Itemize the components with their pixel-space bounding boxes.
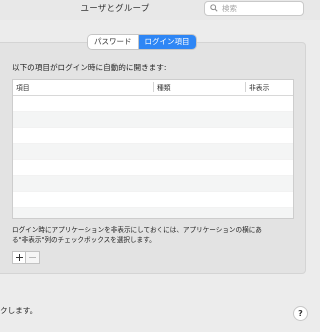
column-divider — [153, 82, 154, 92]
table-row — [13, 160, 293, 176]
plus-icon-vertical — [19, 254, 20, 261]
minus-icon — [29, 257, 36, 258]
table-row — [13, 208, 293, 218]
remove-button[interactable] — [26, 251, 40, 264]
add-remove-buttons — [12, 251, 40, 264]
table-header: 項目 種類 非表示 — [13, 80, 293, 96]
tab-bar: パスワード ログイン項目 — [88, 35, 196, 49]
tab-login-items[interactable]: ログイン項目 — [137, 35, 196, 49]
table-row — [13, 112, 293, 128]
table-row — [13, 144, 293, 160]
login-items-heading: 以下の項目がログイン時に自動的に開きます: — [12, 63, 167, 72]
search-placeholder: 検索 — [222, 4, 237, 13]
table-row — [13, 96, 293, 112]
column-header-item[interactable]: 項目 — [16, 82, 30, 92]
hide-instructions-line1: ログイン時にアプリケーションを非表示にしておくには、アプリケーションの横にあ — [12, 226, 262, 234]
help-button[interactable]: ? — [293, 306, 308, 321]
search-field[interactable]: 検索 — [204, 1, 304, 16]
table-row — [13, 128, 293, 144]
window-title: ユーザとグループ — [80, 4, 150, 14]
login-items-table[interactable]: 項目 種類 非表示 — [12, 79, 294, 219]
column-divider — [245, 82, 246, 92]
table-row — [13, 192, 293, 208]
add-button[interactable] — [12, 251, 26, 264]
search-icon — [210, 4, 218, 12]
hide-instructions: ログイン時にアプリケーションを非表示にしておくには、アプリケーションの横にあ る… — [12, 225, 302, 245]
footer-lock-text: クします。 — [0, 306, 38, 315]
column-header-hide[interactable]: 非表示 — [249, 82, 269, 92]
column-header-kind[interactable]: 種類 — [157, 82, 171, 92]
hide-instructions-line2: る"非表示"列のチェックボックスを選択します。 — [12, 236, 156, 244]
table-body — [13, 96, 293, 218]
window-titlebar: ユーザとグループ 検索 — [0, 0, 320, 20]
table-row — [13, 176, 293, 192]
tab-password[interactable]: パスワード — [88, 35, 138, 49]
